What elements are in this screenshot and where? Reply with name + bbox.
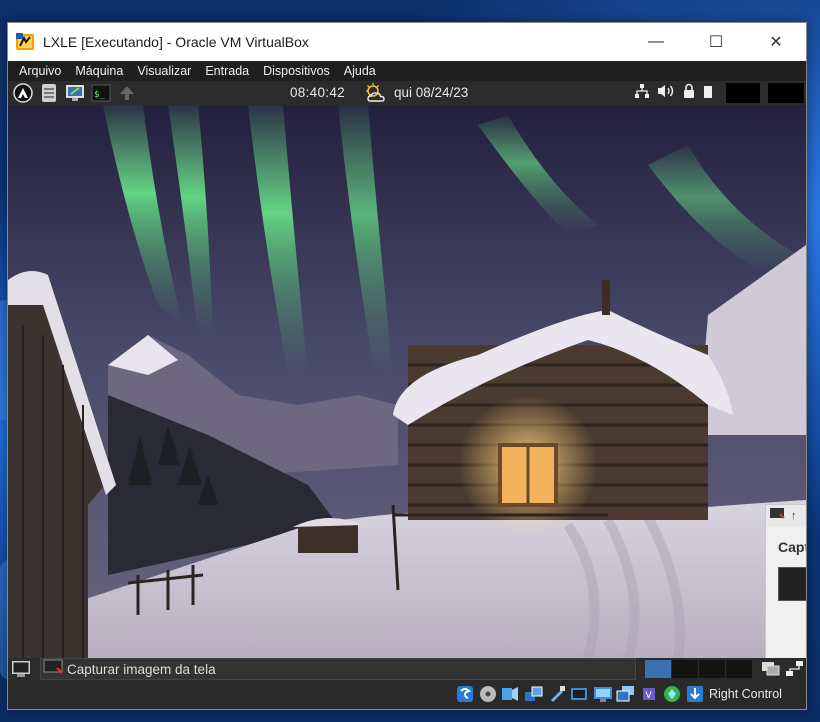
display-icon[interactable] <box>593 684 613 704</box>
notification-arrow-icon[interactable]: ↑ <box>791 510 797 522</box>
system-tray <box>634 83 714 104</box>
date[interactable]: qui 08/24/23 <box>394 85 468 100</box>
file-manager-icon[interactable] <box>38 82 60 104</box>
menu-maquina[interactable]: Máquina <box>68 61 130 81</box>
screenshot-notification[interactable]: ↑ Capt <box>765 504 806 658</box>
screenshot-app-icon <box>43 659 63 680</box>
terminal-icon[interactable]: $_ <box>90 82 112 104</box>
menu-visualizar[interactable]: Visualizar <box>130 61 198 81</box>
svg-text:$_: $_ <box>94 90 105 100</box>
redacted-tray-area <box>726 83 760 103</box>
optical-disk-icon[interactable] <box>455 684 475 704</box>
title-bar[interactable]: LXLE [Executando] - Oracle VM VirtualBox… <box>8 23 806 61</box>
audio-icon[interactable] <box>501 684 521 704</box>
partly-cloudy-icon[interactable] <box>364 82 386 104</box>
volume-icon[interactable] <box>656 83 676 104</box>
screenshot-app-icon <box>769 507 785 526</box>
shared-folders-icon[interactable] <box>570 684 590 704</box>
network-adapter-icon[interactable] <box>524 684 544 704</box>
workspace-2[interactable] <box>672 660 698 678</box>
host-key-icon[interactable] <box>685 684 705 704</box>
lock-icon[interactable] <box>682 83 696 104</box>
clock[interactable]: 08:40:42 <box>290 85 345 100</box>
menu-bar: Arquivo Máquina Visualizar Entrada Dispo… <box>8 61 806 81</box>
hard-disk-icon[interactable] <box>478 684 498 704</box>
menu-ajuda[interactable]: Ajuda <box>337 61 383 81</box>
redacted-tray-area <box>768 83 804 103</box>
menu-entrada[interactable]: Entrada <box>198 61 256 81</box>
notification-title: Capt <box>778 539 806 555</box>
battery-icon[interactable] <box>702 83 714 104</box>
menu-dispositivos[interactable]: Dispositivos <box>256 61 337 81</box>
guest-display[interactable]: $_ 08:40:42 qui 08/24/23 ↑ Cap <box>8 81 806 658</box>
virtualbox-status-bar: V Right Control <box>8 680 806 709</box>
maximize-button[interactable]: ☐ <box>686 23 746 61</box>
close-button[interactable]: ✕ <box>746 23 806 61</box>
show-desktop-icon[interactable] <box>10 658 32 680</box>
workspace-4[interactable] <box>726 660 752 678</box>
workspace-3[interactable] <box>699 660 725 678</box>
svg-text:V: V <box>646 691 653 701</box>
guest-top-panel: $_ 08:40:42 qui 08/24/23 <box>8 81 806 105</box>
lxle-logo-icon[interactable] <box>12 82 34 104</box>
workspace-1[interactable] <box>645 660 671 678</box>
host-key-label: Right Control <box>709 687 782 701</box>
network-connections-icon[interactable] <box>784 658 806 680</box>
mouse-integration-icon[interactable] <box>662 684 682 704</box>
usb-icon[interactable] <box>547 684 567 704</box>
menu-arquivo[interactable]: Arquivo <box>12 61 68 81</box>
virtualbox-window: LXLE [Executando] - Oracle VM VirtualBox… <box>7 22 807 710</box>
screenshot-thumbnail <box>778 567 806 601</box>
taskbar-task-screenshot[interactable]: Capturar imagem da tela <box>40 658 636 680</box>
task-label: Capturar imagem da tela <box>67 661 216 677</box>
virtualbox-app-icon <box>15 32 35 52</box>
window-list-icon[interactable] <box>760 658 782 680</box>
display-settings-icon[interactable] <box>64 82 86 104</box>
guest-taskbar: Capturar imagem da tela <box>8 658 806 680</box>
window-title: LXLE [Executando] - Oracle VM VirtualBox <box>43 34 309 50</box>
arrow-up-icon[interactable] <box>116 82 138 104</box>
video-capture-icon[interactable] <box>616 684 636 704</box>
cpu-icon[interactable]: V <box>639 684 659 704</box>
minimize-button[interactable]: — <box>626 23 686 61</box>
desktop-wallpaper <box>8 105 806 658</box>
network-icon[interactable] <box>634 83 650 104</box>
